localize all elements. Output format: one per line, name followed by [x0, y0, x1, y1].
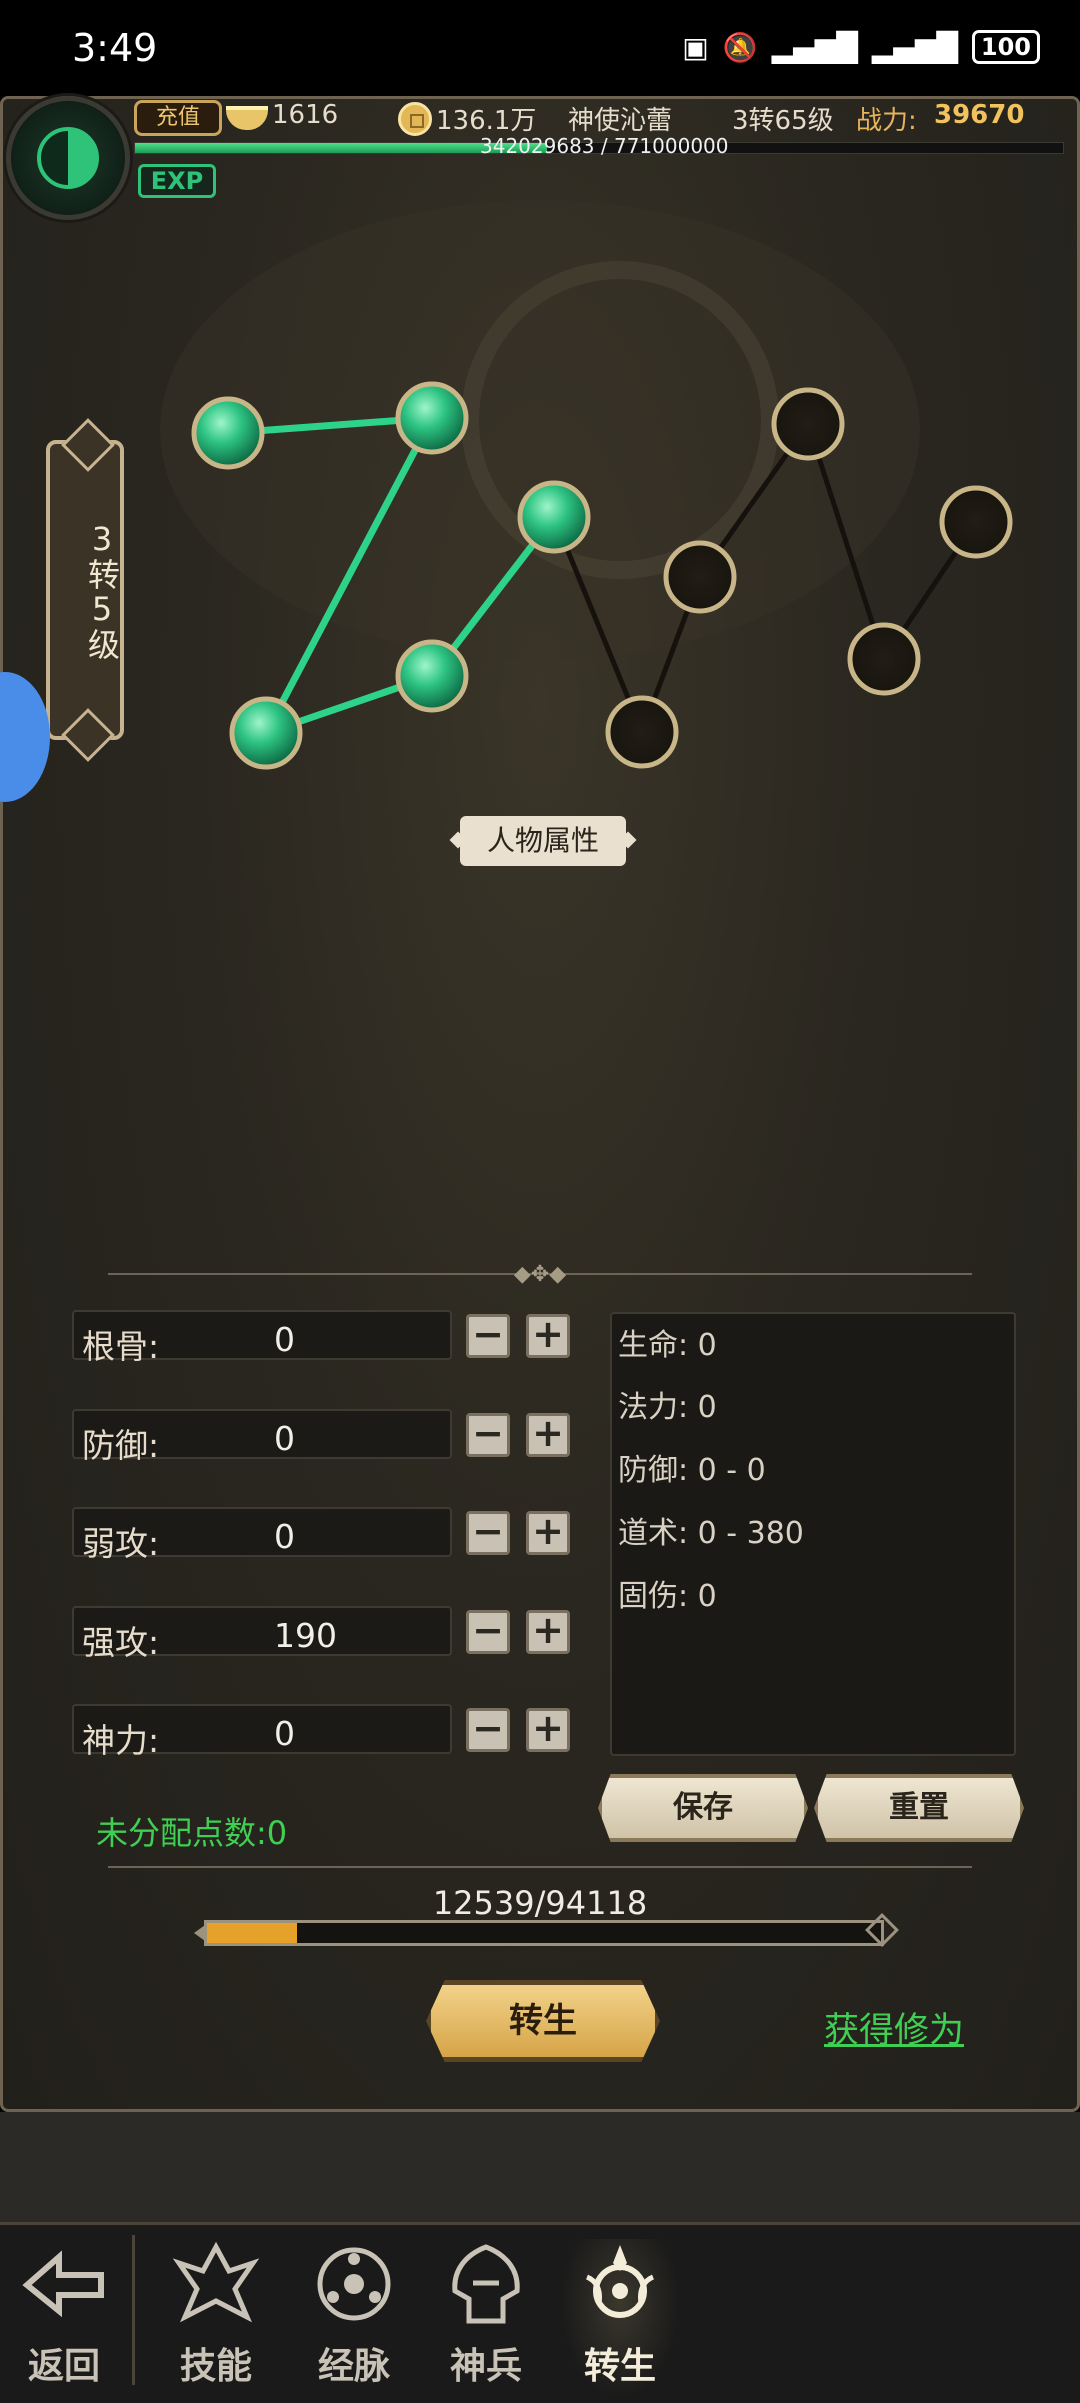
meridian-node[interactable] — [663, 540, 737, 614]
cultivation-progress-text: 12539/94118 — [432, 1884, 648, 1922]
nav-label: 转生 — [583, 2345, 656, 2387]
rebirth-level-text: 3转5级 — [83, 520, 121, 660]
increase-button[interactable]: + — [526, 1708, 570, 1752]
stat-mp: 法力: 0 — [618, 1390, 717, 1425]
weapon-icon — [441, 2239, 531, 2329]
meridian-node[interactable] — [605, 695, 679, 769]
gain-cultivation-link[interactable]: 获得修为 — [824, 2002, 964, 2053]
bottom-nav: 返回 技能 经脉 神兵 转生 — [0, 2222, 1080, 2403]
power-label: 战力: — [856, 106, 917, 136]
status-bar: 3:49 ▣ 🔕 ▂▄▆█ ▂▄▆█ 100 — [0, 0, 1080, 96]
stat-value: 0 — [274, 1714, 295, 1753]
meridian-node[interactable] — [939, 485, 1013, 559]
recharge-button[interactable]: 充值 — [134, 100, 222, 136]
stat-label: 强攻: — [82, 1623, 160, 1662]
decrease-button[interactable]: − — [466, 1708, 510, 1752]
decrease-button[interactable]: − — [466, 1610, 510, 1654]
increase-button[interactable]: + — [526, 1610, 570, 1654]
skill-icon — [171, 2239, 261, 2329]
reset-button[interactable]: 重置 — [814, 1774, 1024, 1842]
meridian-node[interactable] — [847, 622, 921, 696]
nav-skill[interactable]: 技能 — [156, 2239, 276, 2399]
signal-4g-icon: ▂▄▆█ — [871, 30, 958, 64]
rebirth-button[interactable]: 转生 — [426, 1980, 660, 2062]
stat-row-defense: 防御: 0 − + — [72, 1409, 572, 1465]
player-level: 3转65级 — [732, 106, 834, 136]
stat-label: 根骨: — [82, 1327, 160, 1366]
nav-back[interactable]: 返回 — [4, 2239, 124, 2399]
meridian-node-active[interactable] — [395, 639, 469, 713]
coin-amount: 136.1万 — [436, 106, 537, 136]
stat-row-divine-power: 神力: 0 − + — [72, 1704, 572, 1760]
stat-label: 神力: — [82, 1721, 160, 1760]
mute-icon: 🔕 — [722, 30, 758, 64]
increase-button[interactable]: + — [526, 1413, 570, 1457]
power-value: 39670 — [934, 100, 1025, 130]
section-divider — [108, 1866, 972, 1868]
cultivation-progress-fill — [207, 1923, 297, 1943]
meridian-graph — [160, 200, 1013, 770]
stat-row-weak-attack: 弱攻: 0 − + — [72, 1507, 572, 1563]
meridian-node-active[interactable] — [229, 696, 303, 770]
stat-field: 强攻: 190 — [72, 1606, 452, 1662]
stat-value: 0 — [274, 1320, 295, 1359]
rebirth-icon — [575, 2239, 665, 2329]
status-time: 3:49 — [72, 26, 158, 70]
nav-rebirth[interactable]: 转生 — [560, 2239, 680, 2399]
nav-divider — [132, 2235, 135, 2385]
coin-icon — [398, 102, 432, 136]
nav-label: 经脉 — [317, 2345, 390, 2387]
nav-label: 技能 — [179, 2345, 252, 2387]
increase-button[interactable]: + — [526, 1511, 570, 1555]
nfc-icon: ▣ — [682, 30, 709, 64]
stat-field: 弱攻: 0 — [72, 1507, 452, 1563]
stat-value: 190 — [274, 1616, 337, 1655]
stat-hp: 生命: 0 — [618, 1328, 717, 1363]
player-name: 神使沁蕾 — [568, 106, 673, 136]
meridian-node-active[interactable] — [395, 381, 469, 455]
stat-field: 根骨: 0 — [72, 1310, 452, 1366]
nav-label: 返回 — [27, 2345, 100, 2387]
stat-label: 防御: — [82, 1426, 160, 1465]
ingot-count: 1616 — [272, 100, 339, 130]
decrease-button[interactable]: − — [466, 1314, 510, 1358]
nav-meridian[interactable]: 经脉 — [294, 2239, 414, 2399]
increase-button[interactable]: + — [526, 1314, 570, 1358]
nav-label: 神兵 — [449, 2345, 522, 2387]
yin-yang-icon — [37, 127, 99, 189]
stat-value: 0 — [274, 1419, 295, 1458]
exp-badge: EXP — [138, 164, 216, 198]
stat-fixed-damage: 固伤: 0 — [618, 1579, 717, 1614]
character-attributes-tag[interactable]: 人物属性 — [460, 816, 626, 866]
back-arrow-icon — [19, 2239, 109, 2329]
battery-icon: 100 — [971, 30, 1040, 64]
meridian-icon — [309, 2239, 399, 2329]
avatar[interactable] — [6, 96, 130, 220]
decrease-button[interactable]: − — [466, 1413, 510, 1457]
decrease-button[interactable]: − — [466, 1511, 510, 1555]
stat-label: 弱攻: — [82, 1524, 160, 1563]
derived-stats-box: 生命: 0 法力: 0 防御: 0 - 0 道术: 0 - 380 固伤: 0 — [610, 1312, 1016, 1756]
stat-value: 0 — [274, 1517, 295, 1556]
status-icons: ▣ 🔕 ▂▄▆█ ▂▄▆█ 100 — [682, 30, 1040, 64]
panel-footer — [0, 2112, 1080, 2222]
signal-4g-icon: ▂▄▆█ — [771, 30, 858, 64]
meridian-node-active[interactable] — [517, 480, 591, 554]
meridian-node-active[interactable] — [191, 396, 265, 470]
rebirth-level-plaque: 3转5级 — [46, 440, 124, 740]
stat-field: 神力: 0 — [72, 1704, 452, 1760]
meridian-node[interactable] — [771, 387, 845, 461]
stat-row-strong-attack: 强攻: 190 − + — [72, 1606, 572, 1662]
unassigned-points: 未分配点数:0 — [96, 1814, 288, 1852]
stat-defense: 防御: 0 - 0 — [618, 1453, 766, 1488]
exp-text: 342029683 / 771000000 — [480, 134, 729, 158]
nav-weapon[interactable]: 神兵 — [426, 2239, 546, 2399]
cultivation-progress-bar — [204, 1920, 884, 1946]
divider-ornament: ◆✥◆ — [513, 1262, 567, 1287]
stat-row-bone: 根骨: 0 − + — [72, 1310, 572, 1366]
stat-taoism: 道术: 0 - 380 — [618, 1516, 804, 1551]
save-button[interactable]: 保存 — [598, 1774, 808, 1842]
stat-field: 防御: 0 — [72, 1409, 452, 1465]
